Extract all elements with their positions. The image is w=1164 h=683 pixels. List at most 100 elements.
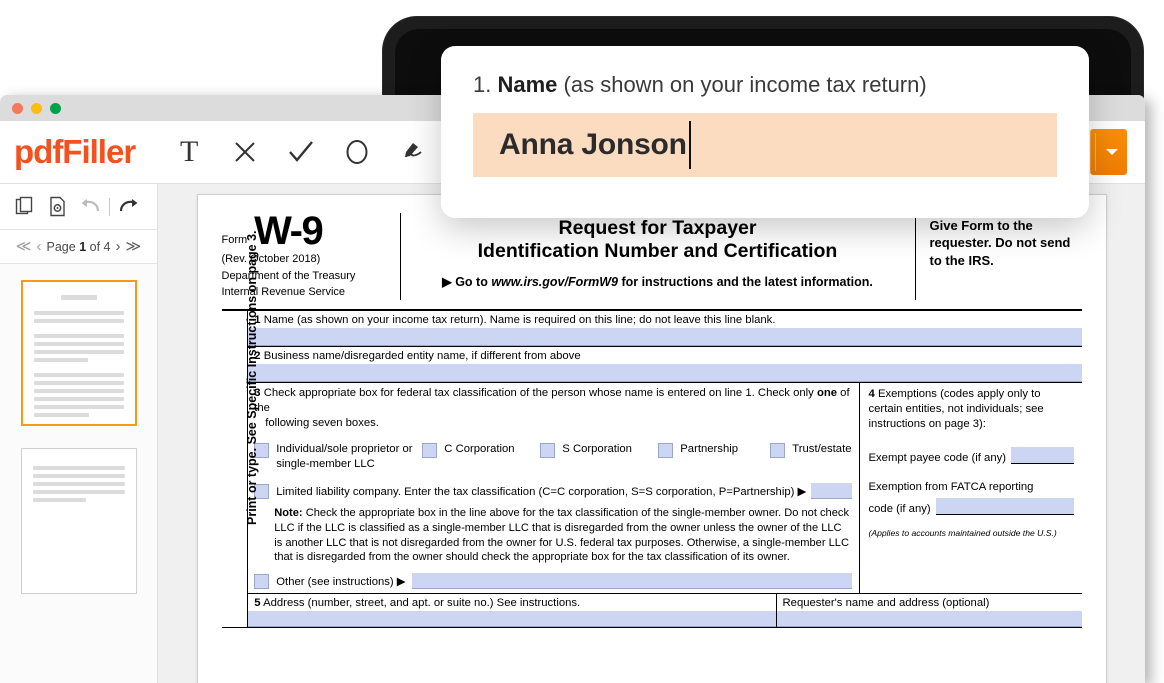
popup-input-wrapper[interactable]: Anna Jonson: [473, 113, 1057, 178]
sidebar-toolbar: [0, 184, 157, 230]
line5-text: Address (number, street, and apt. or sui…: [263, 597, 581, 609]
line1-input-field[interactable]: [248, 328, 1082, 347]
checkbox-individual[interactable]: Individual/sole proprietor or single-mem…: [254, 442, 422, 471]
form-word: Form: [221, 233, 248, 246]
next-page-button[interactable]: ›: [116, 239, 121, 254]
line4-exemptions-block: 4 Exemptions (codes apply only to certai…: [860, 383, 1082, 593]
text-tool-button[interactable]: T: [161, 126, 217, 178]
header-right-actions: [1090, 121, 1145, 183]
page-thumbnail-list: [0, 264, 157, 683]
checkbox-label: Individual/sole proprietor or single-mem…: [276, 443, 413, 470]
checkbox-icon[interactable]: [658, 443, 674, 459]
fatca-label-line2: code (if any): [868, 503, 931, 516]
checkbox-icon[interactable]: [770, 443, 786, 459]
thumb-line: [33, 397, 124, 401]
signature-tool-button[interactable]: [385, 126, 441, 178]
checkbox-c-corporation[interactable]: C Corporation: [422, 442, 540, 459]
line3-classification-block: 3 Check appropriate box for federal tax …: [248, 383, 860, 593]
other-input-field[interactable]: [411, 573, 852, 589]
last-page-button[interactable]: ≫: [126, 239, 142, 254]
page-settings-button[interactable]: [42, 192, 72, 222]
page-thumbnail-1[interactable]: [20, 280, 137, 426]
form-goto-line: ▶ Go to www.irs.gov/FormW9 for instructi…: [413, 274, 903, 289]
checkbox-trust-estate[interactable]: Trust/estate: [770, 442, 852, 459]
editor-toolbar: T: [161, 126, 441, 178]
other-label: Other (see instructions) ▶: [276, 575, 406, 588]
form-side-note: Print or type. See Specific Instructions…: [222, 231, 259, 627]
line2-input-field[interactable]: [248, 364, 1082, 383]
goto-prefix: ▶ Go to: [442, 275, 488, 289]
checkbox-icon[interactable]: [254, 574, 270, 589]
checkbox-icon[interactable]: [540, 443, 556, 459]
thumb-line: [60, 295, 97, 300]
first-page-button[interactable]: ≪: [16, 239, 32, 254]
form-main-column: 1 Name (as shown on your income tax retu…: [248, 311, 1082, 627]
w9-form: Form W-9 (Rev. October 2018) Department …: [198, 195, 1106, 628]
form-header: Form W-9 (Rev. October 2018) Department …: [221, 209, 1082, 312]
text-icon: T: [180, 135, 199, 168]
previous-page-button[interactable]: ‹: [37, 239, 42, 254]
form-number: W-9: [254, 209, 324, 253]
exempt-payee-row: Exempt payee code (if any): [869, 446, 1074, 464]
document-viewer[interactable]: Form W-9 (Rev. October 2018) Department …: [158, 184, 1145, 683]
popup-input-value[interactable]: Anna Jonson: [499, 128, 687, 162]
pdffiller-logo[interactable]: pdfFiller: [0, 133, 145, 171]
form-body: Print or type. See Specific Instructions…: [221, 231, 1082, 628]
checkbox-label: Partnership: [680, 443, 739, 456]
redo-icon: [119, 198, 138, 211]
form-line-1: 1 Name (as shown on your income tax retu…: [248, 311, 1082, 348]
requester-input-field[interactable]: [776, 611, 1082, 627]
checkbox-s-corporation[interactable]: S Corporation: [540, 442, 658, 459]
checkbox-partnership[interactable]: Partnership: [658, 442, 770, 459]
form-title-line2: Identification Number and Certification: [477, 240, 838, 262]
undo-button[interactable]: [74, 192, 104, 222]
thumb-line: [33, 319, 124, 323]
llc-classification-input[interactable]: [811, 483, 852, 500]
thumb-line: [33, 350, 124, 354]
page-settings-icon: [49, 196, 65, 217]
copy-pages-button[interactable]: [10, 192, 40, 222]
page-thumbnail-2[interactable]: [20, 448, 137, 594]
window-minimize-button[interactable]: [31, 102, 42, 114]
cross-tool-button[interactable]: [217, 126, 273, 178]
checkbox-icon[interactable]: [422, 443, 438, 459]
screenshot-stage: pdfFiller T ≪ ‹ Page 1 of 4 › ≫ Form W-9…: [0, 0, 1164, 683]
line4-number: 4: [868, 388, 875, 401]
form-title-line1: Request for Taxpayer: [558, 217, 757, 239]
thumb-line: [33, 358, 88, 362]
line2-text: Business name/disregarded entity name, i…: [263, 350, 581, 363]
undo-icon: [81, 198, 100, 211]
thumb-line: [32, 474, 125, 478]
check-tool-button[interactable]: [273, 126, 329, 178]
line5-number: 5: [254, 597, 261, 609]
exempt-payee-input[interactable]: [1011, 446, 1074, 464]
fatca-code-input[interactable]: [935, 498, 1074, 516]
form-line-2: 2 Business name/disregarded entity name,…: [248, 347, 1082, 384]
page-label-prefix: Page: [46, 239, 76, 254]
line3-text-bold: one: [816, 387, 838, 400]
popup-label-bold: Name: [497, 72, 558, 97]
cross-icon: [235, 142, 255, 162]
field-editor-popup[interactable]: 1. Name (as shown on your income tax ret…: [441, 46, 1089, 218]
goto-url: www.irs.gov/FormW9: [491, 275, 618, 289]
pages-sidebar: ≪ ‹ Page 1 of 4 › ≫: [0, 184, 158, 683]
fatca-row: code (if any): [868, 498, 1074, 516]
thumb-line: [33, 389, 124, 393]
total-page-count: 4: [103, 239, 111, 254]
requester-label: Requester's name and address (optional): [782, 597, 990, 609]
checkbox-llc-row[interactable]: Limited liability company. Enter the tax…: [254, 483, 852, 500]
llc-label: Limited liability company. Enter the tax…: [276, 485, 807, 498]
window-close-button[interactable]: [12, 102, 23, 114]
form-title-block: Request for Taxpayer Identification Numb…: [401, 213, 916, 301]
window-maximize-button[interactable]: [50, 102, 61, 114]
redo-button[interactable]: [115, 192, 145, 222]
document-page[interactable]: Form W-9 (Rev. October 2018) Department …: [196, 194, 1107, 683]
line1-text: Name (as shown on your income tax return…: [263, 314, 776, 327]
editor-body: ≪ ‹ Page 1 of 4 › ≫ Form W-9 (Rev. Octob…: [0, 184, 1145, 683]
line5-input-field[interactable]: [248, 611, 776, 627]
circle-tool-button[interactable]: [329, 126, 385, 178]
check-icon: [289, 141, 314, 162]
checkbox-other-row[interactable]: Other (see instructions) ▶: [254, 573, 852, 589]
form-line-3-row: 3 Check appropriate box for federal tax …: [248, 383, 1081, 593]
done-dropdown-button[interactable]: [1090, 129, 1127, 175]
